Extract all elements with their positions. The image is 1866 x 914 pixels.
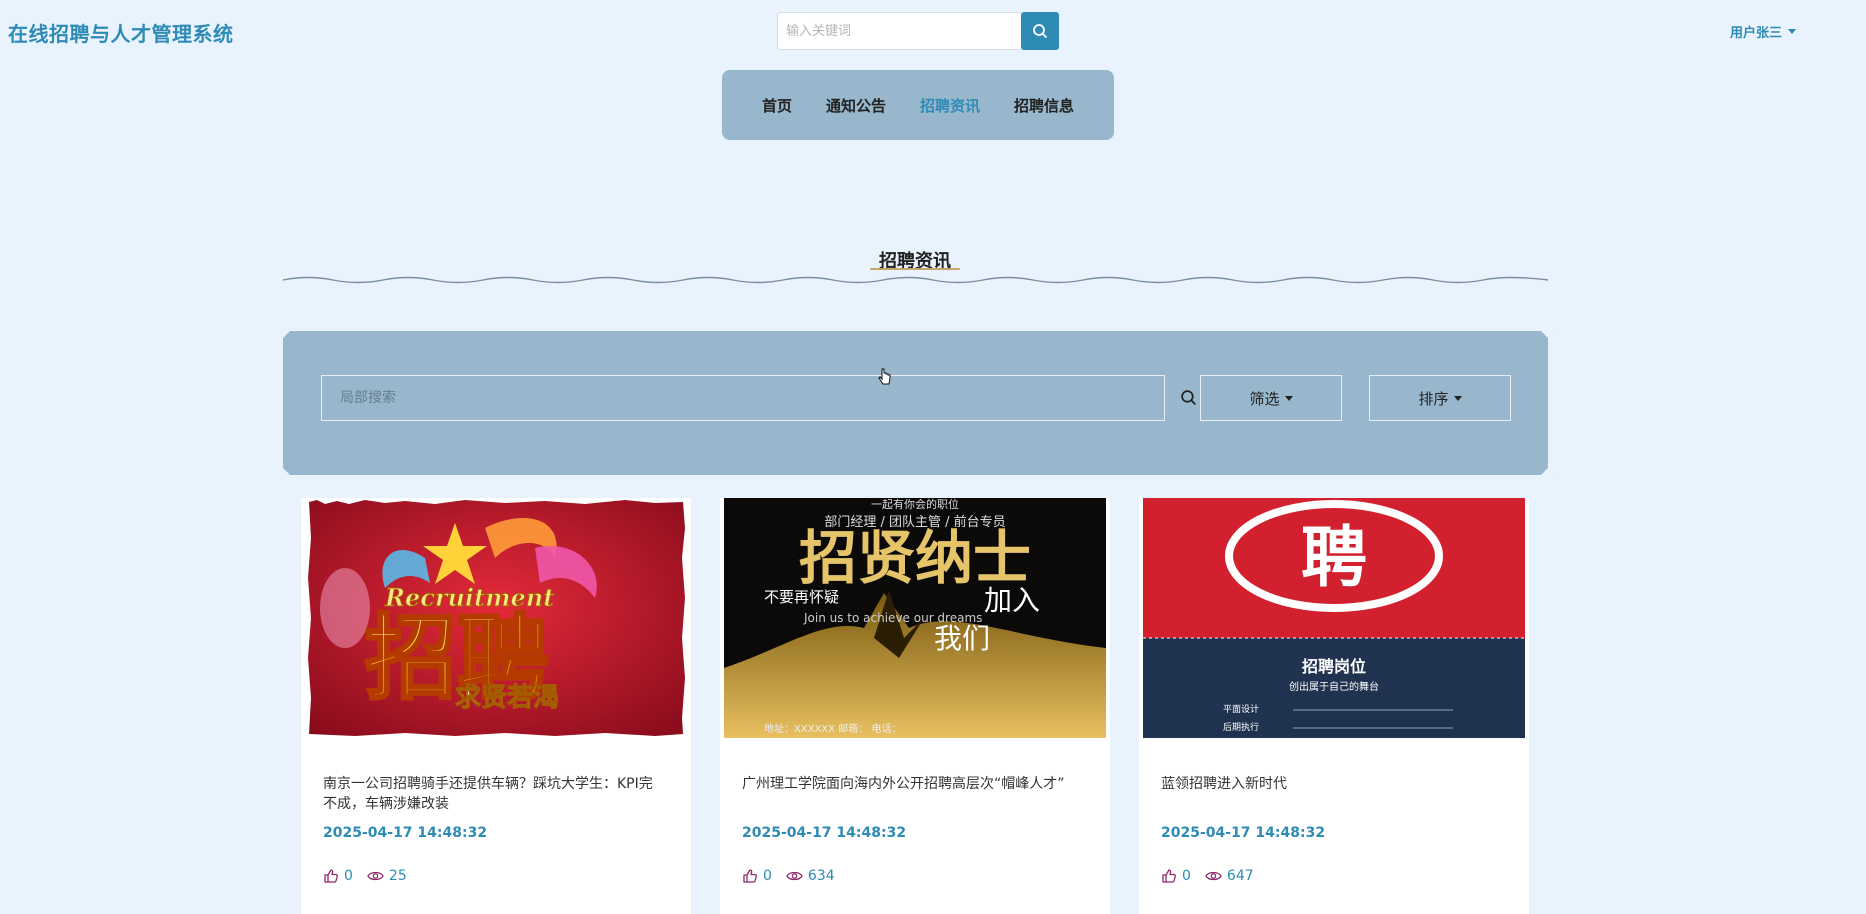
local-search-input[interactable]	[321, 375, 1165, 421]
mouse-cursor-icon	[878, 368, 891, 385]
site-brand[interactable]: 在线招聘与人才管理系统	[8, 18, 234, 47]
card-image-talent[interactable]: 一起有你会的职位 部门经理 / 团队主管 / 前台专员 招贤纳士 不要再怀疑 加…	[724, 498, 1106, 738]
panel-corner	[275, 467, 291, 483]
poster-sub-text: 求贤若渴	[455, 683, 559, 713]
sort-dropdown[interactable]: 排序	[1369, 375, 1511, 421]
poster-l1-text: 招聘岗位	[1302, 657, 1366, 676]
filter-label: 筛选	[1249, 389, 1280, 408]
nav-notices[interactable]: 通知公告	[809, 95, 903, 116]
poster-join-text: 加入	[984, 584, 1040, 617]
card-date: 2025-04-17 14:48:32	[323, 825, 488, 841]
thumbs-up-icon	[743, 869, 757, 883]
filter-dropdown[interactable]: 筛选	[1200, 375, 1342, 421]
like-stat[interactable]: 0	[323, 868, 353, 884]
main-nav: 首页 通知公告 招聘资讯 招聘信息	[722, 70, 1114, 140]
view-count: 634	[807, 868, 835, 884]
title-underline	[870, 268, 960, 270]
search-icon[interactable]	[1180, 389, 1197, 406]
filter-panel: 筛选 排序	[275, 323, 1556, 483]
news-card[interactable]: 一起有你会的职位 部门经理 / 团队主管 / 前台专员 招贤纳士 不要再怀疑 加…	[720, 498, 1110, 914]
chevron-down-icon	[1788, 29, 1797, 34]
news-card[interactable]: Recruitment 招聘 求贤若渴 南京一公司招聘骑手还提供车辆？踩坑大学生…	[301, 498, 691, 914]
thumbs-up-icon	[324, 869, 338, 883]
view-count: 25	[388, 868, 407, 884]
view-stat: 647	[1205, 868, 1254, 884]
top-search-button[interactable]	[1021, 12, 1059, 50]
poster-graphic: 聘 招聘岗位 创出属于自己的舞台 平面设计 后期执行	[1143, 498, 1525, 738]
thumbs-up-icon	[1162, 869, 1176, 883]
card-stats: 0 647	[1161, 868, 1268, 884]
poster-graphic: 一起有你会的职位 部门经理 / 团队主管 / 前台专员 招贤纳士 不要再怀疑 加…	[724, 498, 1106, 738]
card-date: 2025-04-17 14:48:32	[742, 825, 907, 841]
card-stats: 0 25	[323, 868, 421, 884]
view-stat: 634	[786, 868, 835, 884]
card-date: 2025-04-17 14:48:32	[1161, 825, 1326, 841]
poster-big-text: 聘	[1301, 518, 1367, 596]
panel-corner	[275, 323, 291, 339]
like-count: 0	[763, 868, 772, 884]
poster-l2-text: 创出属于自己的舞台	[1289, 680, 1379, 693]
panel-corner	[1540, 323, 1556, 339]
card-title[interactable]: 南京一公司招聘骑手还提供车辆？踩坑大学生：KPI完不成，车辆涉嫌改装	[323, 774, 663, 814]
card-stats: 0 634	[742, 868, 849, 884]
chevron-down-icon	[1284, 395, 1293, 401]
poster-big-text: 招贤纳士	[799, 524, 1031, 592]
nav-home[interactable]: 首页	[745, 95, 809, 116]
user-label: 用户张三	[1730, 26, 1783, 41]
eye-icon	[786, 871, 803, 881]
like-stat[interactable]: 0	[742, 868, 772, 884]
view-stat: 25	[367, 868, 407, 884]
card-image-recruitment[interactable]: Recruitment 招聘 求贤若渴	[305, 498, 687, 738]
nav-recruit-news[interactable]: 招聘资讯	[903, 95, 997, 116]
poster-r1-text: 平面设计	[1223, 703, 1259, 715]
poster-us-text: 我们	[934, 622, 990, 655]
like-stat[interactable]: 0	[1161, 868, 1191, 884]
poster-graphic: Recruitment 招聘 求贤若渴	[305, 498, 687, 738]
top-search-bar	[777, 12, 1059, 50]
top-search-input[interactable]	[777, 12, 1021, 50]
card-title[interactable]: 广州理工学院面向海内外公开招聘高层次“帽峰人才”	[742, 774, 1082, 794]
poster-en-text: Join us to achieve our dreams	[803, 611, 982, 625]
user-menu[interactable]: 用户张三	[1730, 22, 1797, 41]
eye-icon	[367, 871, 384, 881]
poster-r2-text: 后期执行	[1223, 721, 1259, 733]
news-card[interactable]: 聘 招聘岗位 创出属于自己的舞台 平面设计 后期执行 蓝领招聘进入新时代 202…	[1139, 498, 1529, 914]
nav-recruit-info[interactable]: 招聘信息	[997, 95, 1091, 116]
chevron-down-icon	[1453, 395, 1462, 401]
poster-top-text: 一起有你会的职位	[871, 498, 959, 511]
like-count: 0	[344, 868, 353, 884]
sort-label: 排序	[1418, 389, 1449, 408]
wave-divider	[283, 276, 1548, 284]
search-icon	[1033, 24, 1047, 38]
poster-l1-text: 不要再怀疑	[764, 588, 839, 606]
card-image-bluecollar[interactable]: 聘 招聘岗位 创出属于自己的舞台 平面设计 后期执行	[1143, 498, 1525, 738]
card-title[interactable]: 蓝领招聘进入新时代	[1161, 774, 1501, 794]
poster-foot-text: 地址：XXXXXX 邮箱： 电话：	[764, 722, 901, 735]
panel-corner	[1540, 467, 1556, 483]
like-count: 0	[1182, 868, 1191, 884]
view-count: 647	[1226, 868, 1254, 884]
eye-icon	[1205, 871, 1222, 881]
